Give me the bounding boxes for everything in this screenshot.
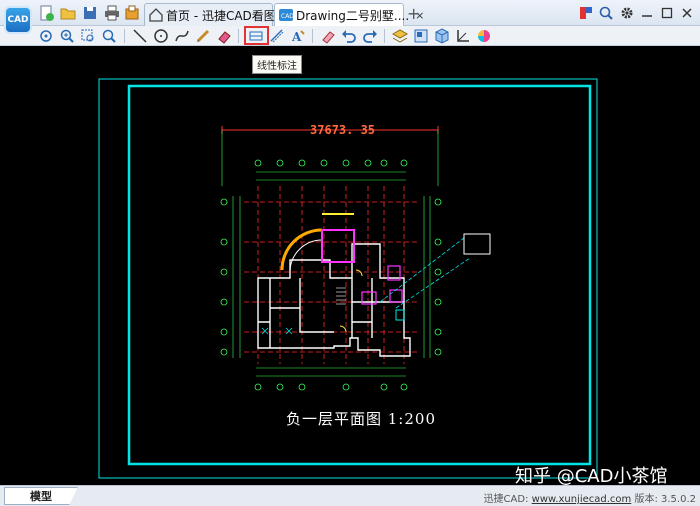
coordinate-icon[interactable] <box>455 28 471 44</box>
plan-title: 负一层平面图 1:200 <box>286 410 436 428</box>
product-label: 迅捷CAD: <box>483 494 529 505</box>
save-icon[interactable] <box>82 5 98 21</box>
tooltip: 线性标注 <box>252 55 302 74</box>
status-info: 迅捷CAD: www.xunjiecad.com 版本: 3.5.0.2 <box>484 490 696 505</box>
text-icon[interactable]: A <box>290 28 306 44</box>
tab-label: Drawing二号别墅.... <box>296 8 410 23</box>
app-logo[interactable]: CAD <box>4 6 32 34</box>
toolbar-separator <box>312 29 313 43</box>
batch-print-icon[interactable] <box>124 5 140 21</box>
spline-icon[interactable] <box>174 28 190 44</box>
undo-icon[interactable] <box>341 28 357 44</box>
tab-drawing[interactable]: CAD Drawing二号别墅.... × <box>274 3 424 26</box>
pan-icon[interactable] <box>38 28 54 44</box>
svg-text:CAD: CAD <box>281 13 293 20</box>
gear-icon[interactable] <box>618 4 636 22</box>
eraser-icon[interactable] <box>320 28 336 44</box>
zoom-extents-icon[interactable] <box>101 28 117 44</box>
dimension-value-label: 37673. 35 <box>310 123 376 137</box>
aligned-dimension-icon[interactable] <box>269 28 285 44</box>
highlight-box <box>244 26 269 45</box>
toolbar-separator <box>238 29 239 43</box>
toolbar: A <box>0 26 700 46</box>
tab-home[interactable]: 首页 - 迅捷CAD看图 <box>144 3 276 26</box>
add-tab-button[interactable]: + <box>407 4 420 23</box>
close-window-icon[interactable] <box>678 4 696 22</box>
cad-file-icon: CAD <box>279 8 293 22</box>
drawing-canvas[interactable]: 37673. 35 负一层平面图 1:200 知乎 @CAD小茶馆 <box>0 46 700 487</box>
redo-icon[interactable] <box>362 28 378 44</box>
sketch-icon[interactable] <box>195 28 211 44</box>
title-bar: CAD 首页 - 迅捷CAD看图 CAD Drawing二号别墅.... × + <box>0 0 700 34</box>
minimize-icon[interactable] <box>638 4 656 22</box>
line-icon[interactable] <box>132 28 148 44</box>
circle-icon[interactable] <box>153 28 169 44</box>
flag-icon[interactable] <box>577 4 595 22</box>
version-label: 版本: 3.5.0.2 <box>634 494 696 505</box>
tab-label: 首页 - 迅捷CAD看图 <box>166 8 276 23</box>
zoom-search-icon[interactable] <box>597 4 615 22</box>
website-link[interactable]: www.xunjiecad.com <box>532 494 632 505</box>
home-icon <box>149 8 163 22</box>
erase-icon[interactable] <box>216 28 232 44</box>
floor-plan <box>220 126 491 391</box>
open-folder-icon[interactable] <box>60 5 76 21</box>
zoom-in-icon[interactable] <box>59 28 75 44</box>
3d-view-icon[interactable] <box>434 28 450 44</box>
maximize-icon[interactable] <box>658 4 676 22</box>
svg-text:A: A <box>291 30 302 44</box>
tab-model[interactable]: 模型 <box>4 487 78 505</box>
print-icon[interactable] <box>104 5 120 21</box>
layout-icon[interactable] <box>413 28 429 44</box>
zoom-window-icon[interactable] <box>80 28 96 44</box>
layers-icon[interactable] <box>392 28 408 44</box>
color-wheel-icon[interactable] <box>476 28 492 44</box>
toolbar-separator <box>384 29 385 43</box>
new-file-icon[interactable] <box>38 5 54 21</box>
status-bar: 模型 迅捷CAD: www.xunjiecad.com 版本: 3.5.0.2 <box>0 485 700 506</box>
toolbar-separator <box>124 29 125 43</box>
